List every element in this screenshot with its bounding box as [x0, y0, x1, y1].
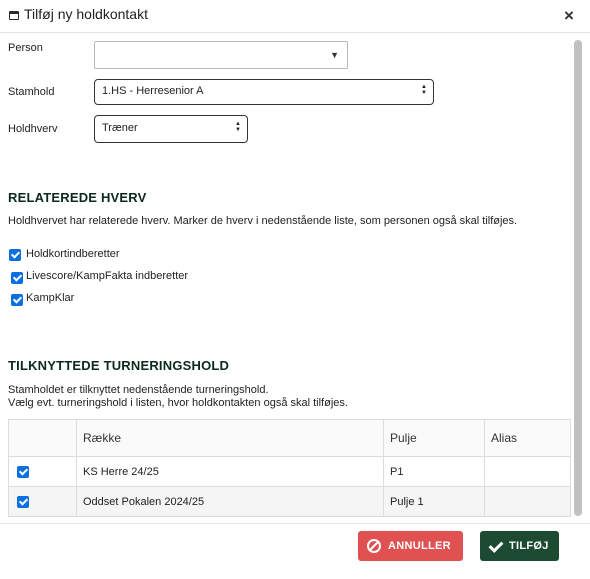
person-label: Person: [8, 42, 43, 54]
column-header-raekke[interactable]: Række: [76, 419, 384, 457]
cancel-button[interactable]: ANNULLER: [358, 531, 463, 561]
window-icon: [9, 11, 19, 20]
person-select[interactable]: ▼: [94, 41, 348, 69]
dialog-titlebar: Tilføj ny holdkontakt ×: [0, 0, 590, 33]
dialog-content: Person ▼ Stamhold 1.HS - Herresenior A ▲…: [0, 33, 572, 523]
column-header-pulje[interactable]: Pulje: [383, 419, 485, 457]
checkbox-holdkortindberetter[interactable]: [9, 249, 21, 261]
add-button-label: TILFØJ: [509, 540, 549, 552]
add-button[interactable]: TILFØJ: [480, 531, 559, 561]
table-row[interactable]: Oddset Pokalen 2024/25 Pulje 1: [8, 486, 571, 517]
close-icon[interactable]: ×: [560, 6, 578, 26]
pulje-cell: P1: [383, 456, 485, 487]
stamhold-label: Stamhold: [8, 86, 55, 98]
checkbox-kampklar[interactable]: [11, 294, 23, 306]
alias-cell: [484, 456, 571, 487]
stamhold-select[interactable]: 1.HS - Herresenior A ▲ ▼: [94, 79, 434, 105]
dialog-title: Tilføj ny holdkontakt: [24, 6, 148, 22]
checkbox-livescore[interactable]: [11, 272, 23, 284]
add-team-contact-dialog: Tilføj ny holdkontakt × Person ▼ Stamhol…: [0, 0, 590, 578]
column-header-alias[interactable]: Alias: [484, 419, 571, 457]
check-icon: [488, 538, 504, 553]
chevron-down-icon: ▼: [330, 50, 339, 60]
holdhverv-select[interactable]: Træner ▲ ▼: [94, 115, 248, 143]
linked-teams-title: TILKNYTTEDE TURNERINGSHOLD: [8, 358, 230, 373]
stamhold-select-value: 1.HS - Herresenior A: [102, 85, 204, 97]
row-checkbox[interactable]: [17, 466, 29, 478]
holdhverv-label: Holdhverv: [8, 123, 58, 135]
related-role-label: Livescore/KampFakta indberetter: [26, 270, 189, 282]
linked-teams-description-2: Vælg evt. turneringshold i listen, hvor …: [8, 397, 348, 409]
row-select-cell: [8, 486, 77, 517]
column-header-select: [8, 419, 77, 457]
scrollbar-thumb[interactable]: [574, 40, 582, 516]
cancel-button-label: ANNULLER: [388, 540, 451, 552]
raekke-cell: KS Herre 24/25: [76, 456, 384, 487]
select-arrows-icon: ▲ ▼: [235, 121, 241, 133]
row-checkbox[interactable]: [17, 496, 29, 508]
table-header-row: Række Pulje Alias: [8, 419, 571, 457]
related-roles-title: RELATEREDE HVERV: [8, 190, 147, 205]
related-roles-description: Holdhvervet har relaterede hverv. Marker…: [8, 215, 518, 227]
dialog-footer: ANNULLER TILFØJ: [0, 523, 590, 579]
row-select-cell: [8, 456, 77, 487]
related-role-label: Holdkortindberetter: [26, 248, 120, 260]
raekke-cell: Oddset Pokalen 2024/25: [76, 486, 384, 517]
cancel-circle-icon: [367, 539, 381, 553]
linked-teams-table: Række Pulje Alias KS Herre 24/25 P1 Odds…: [8, 419, 571, 517]
pulje-cell: Pulje 1: [383, 486, 485, 517]
holdhverv-select-value: Træner: [102, 122, 138, 134]
table-row[interactable]: KS Herre 24/25 P1: [8, 456, 571, 487]
alias-cell: [484, 486, 571, 517]
select-arrows-icon: ▲ ▼: [421, 84, 427, 96]
linked-teams-description-1: Stamholdet er tilknyttet nedenstående tu…: [8, 384, 269, 396]
related-role-label: KampKlar: [26, 292, 75, 304]
